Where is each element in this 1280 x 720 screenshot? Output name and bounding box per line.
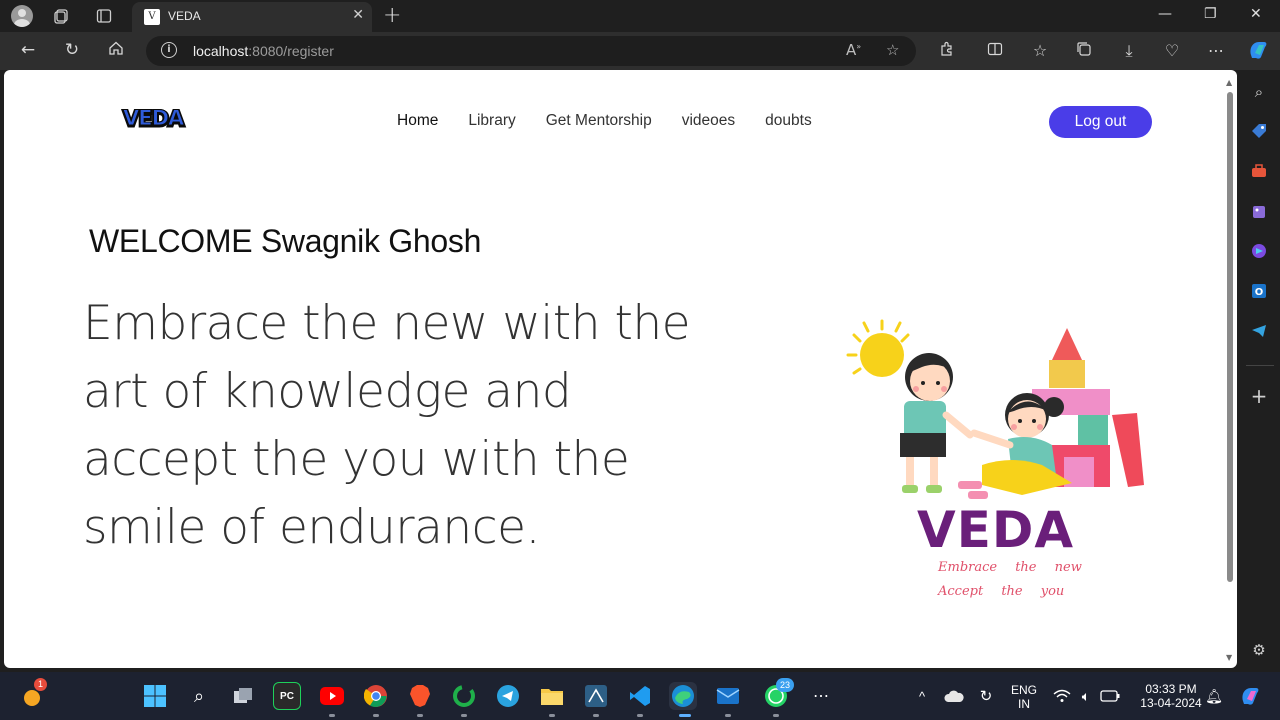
windows-taskbar: 1 ⌕ PC 23 ⋯ ^ ↻ ENG IN 🔈︎ 03:33 PM 13-04… xyxy=(0,672,1280,720)
search-icon[interactable]: ⌕ xyxy=(1249,82,1269,102)
tab-veda[interactable]: V VEDA ✕ xyxy=(132,2,372,32)
logout-button[interactable]: Log out xyxy=(1049,106,1152,138)
workspaces-icon[interactable] xyxy=(50,4,74,28)
sun-icon xyxy=(846,319,910,377)
weather-badge: 1 xyxy=(34,678,47,691)
refresh-app-icon[interactable] xyxy=(450,682,478,710)
edge-sidebar: ⌕ O + ⚙ xyxy=(1240,70,1280,668)
language-indicator[interactable]: ENG IN xyxy=(1006,683,1042,711)
tools-briefcase-icon[interactable] xyxy=(1249,162,1269,182)
vscode-icon[interactable] xyxy=(626,682,654,710)
copilot-icon[interactable] xyxy=(1247,39,1269,65)
home-button[interactable] xyxy=(105,40,127,61)
sidebar-settings-gear-icon[interactable]: ⚙ xyxy=(1249,640,1269,660)
new-tab-button[interactable]: + xyxy=(383,3,401,28)
refresh-button[interactable]: ↻ xyxy=(61,40,83,60)
nav-home[interactable]: Home xyxy=(397,112,438,130)
tab-favicon: V xyxy=(144,9,160,25)
pycharm-icon[interactable]: PC xyxy=(273,682,301,710)
whatsapp-icon[interactable]: 23 xyxy=(762,678,794,710)
scroll-up-arrow-icon[interactable]: ▲ xyxy=(1226,78,1232,87)
add-sidebar-app-icon[interactable]: + xyxy=(1249,386,1269,406)
notification-bell-icon[interactable]: 🔔︎ xyxy=(1200,682,1228,710)
site-info-icon[interactable]: i xyxy=(161,42,177,58)
tab-title: VEDA xyxy=(168,9,201,23)
extensions-icon[interactable] xyxy=(936,41,958,61)
page-scrollbar[interactable]: ▲ ▼ xyxy=(1226,78,1233,662)
nav-get-mentorship[interactable]: Get Mentorship xyxy=(546,112,652,130)
performance-icon[interactable]: ♡ xyxy=(1161,41,1183,60)
nav-doubts[interactable]: doubts xyxy=(765,112,812,130)
nav-library[interactable]: Library xyxy=(468,112,515,130)
shopping-tag-icon[interactable] xyxy=(1249,122,1269,142)
hero-headline: Embrace the new with the art of knowledg… xyxy=(83,296,691,555)
page-viewport: VEDA VEDA Home Library Get Mentorship vi… xyxy=(4,70,1237,668)
start-button-icon[interactable] xyxy=(141,682,169,710)
url-text[interactable]: localhost:8080/register xyxy=(193,43,334,59)
brave-icon[interactable] xyxy=(406,682,434,710)
more-apps-icon[interactable]: ⋯ xyxy=(807,682,835,710)
read-aloud-icon[interactable]: A» xyxy=(846,41,861,59)
tab-actions-icon[interactable] xyxy=(92,4,116,28)
restore-button[interactable]: ❐ xyxy=(1204,6,1217,22)
weather-widget-icon[interactable]: 1 xyxy=(18,678,47,710)
downloads-icon[interactable]: ⤓ xyxy=(1118,41,1140,61)
task-view-icon[interactable] xyxy=(229,682,257,710)
split-screen-icon[interactable] xyxy=(984,41,1006,61)
whatsapp-badge: 23 xyxy=(776,678,794,692)
more-options-icon[interactable]: ⋯ xyxy=(1205,41,1227,60)
tab-close-icon[interactable]: ✕ xyxy=(352,7,364,23)
close-window-button[interactable]: ✕ xyxy=(1250,6,1262,22)
browser-toolbar: ← ↻ i localhost:8080/register A» ☆ ☆ ⤓ ♡… xyxy=(0,32,1280,70)
browser-title-bar: V VEDA ✕ + — ❐ ✕ xyxy=(0,0,1280,32)
profile-icon[interactable] xyxy=(10,4,34,28)
outlook-icon[interactable]: O xyxy=(1249,282,1269,302)
veda-logo[interactable]: VEDA VEDA xyxy=(121,106,201,133)
copilot-taskbar-icon[interactable] xyxy=(1236,682,1264,710)
collections-icon[interactable] xyxy=(1073,41,1095,61)
back-button[interactable]: ← xyxy=(17,40,39,60)
show-hidden-icons-chevron-icon[interactable]: ^ xyxy=(908,682,936,710)
svg-text:O: O xyxy=(1255,287,1264,298)
mail-icon[interactable] xyxy=(714,682,742,710)
scrollbar-thumb[interactable] xyxy=(1227,92,1233,582)
address-bar[interactable]: i localhost:8080/register A» ☆ xyxy=(146,36,916,66)
onedrive-cloud-icon[interactable] xyxy=(940,682,968,710)
svg-text:VEDA: VEDA xyxy=(123,106,185,130)
telegram-icon[interactable] xyxy=(1249,322,1269,342)
minimize-button[interactable]: — xyxy=(1158,6,1172,22)
youtube-icon[interactable] xyxy=(318,682,346,710)
welcome-heading: WELCOME Swagnik Ghosh xyxy=(89,223,482,259)
illustration-brand: VEDA xyxy=(917,501,1074,559)
battery-icon[interactable] xyxy=(1096,682,1124,710)
mysql-workbench-icon[interactable] xyxy=(582,682,610,710)
scroll-down-arrow-icon[interactable]: ▼ xyxy=(1226,653,1232,662)
edge-taskbar-icon[interactable] xyxy=(669,682,697,710)
sync-icon[interactable]: ↻ xyxy=(972,682,1000,710)
illustration-tagline-1: Embrace the new xyxy=(938,560,1082,575)
copilot-app-icon[interactable] xyxy=(1249,242,1269,262)
nav-videoes[interactable]: videoes xyxy=(682,112,735,130)
chrome-icon[interactable] xyxy=(362,682,390,710)
games-icon[interactable] xyxy=(1249,202,1269,222)
favorites-icon[interactable]: ☆ xyxy=(1029,41,1051,60)
main-nav: Home Library Get Mentorship videoes doub… xyxy=(397,112,812,130)
illustration-tagline-2: Accept the you xyxy=(938,584,1065,599)
favorite-star-icon[interactable]: ☆ xyxy=(886,41,899,59)
search-taskbar-icon[interactable]: ⌕ xyxy=(185,682,213,710)
file-explorer-icon[interactable] xyxy=(538,682,566,710)
telegram-taskbar-icon[interactable] xyxy=(494,682,522,710)
